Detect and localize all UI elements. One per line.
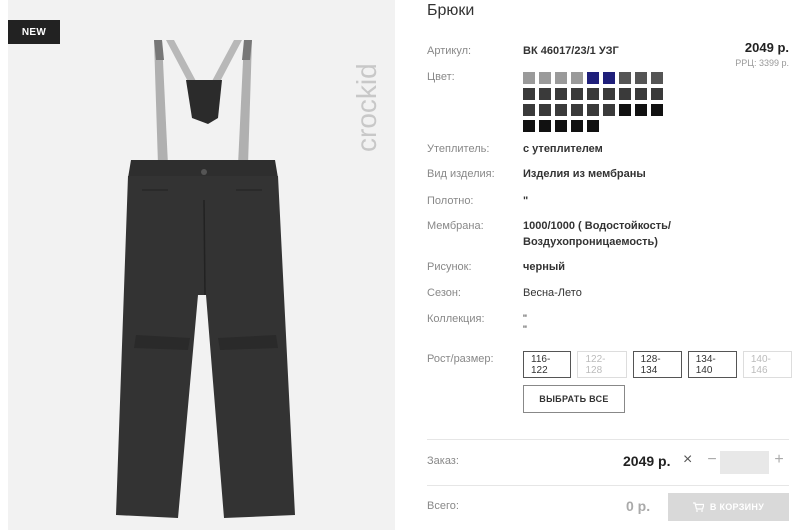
total-label: Всего: [427, 500, 459, 512]
color-swatch[interactable] [571, 104, 583, 116]
quantity-input[interactable] [720, 451, 769, 474]
svg-text:crockid: crockid [351, 63, 382, 152]
color-swatch[interactable] [619, 72, 631, 84]
color-swatch[interactable] [539, 120, 551, 132]
color-swatch[interactable] [539, 72, 551, 84]
product-rrp: РРЦ: 3399 р. [735, 58, 789, 68]
color-swatch[interactable] [619, 104, 631, 116]
insulation-value: с утеплителем [523, 143, 603, 155]
color-swatch[interactable] [523, 72, 535, 84]
color-swatch[interactable] [555, 104, 567, 116]
color-swatch[interactable] [635, 72, 647, 84]
article-label: Артикул: [427, 45, 472, 57]
membrane-value-line2: Воздухопроницаемость) [523, 236, 658, 248]
color-swatch[interactable] [635, 88, 647, 100]
size-option[interactable]: 116-122 [523, 351, 572, 378]
cart-icon [692, 502, 704, 512]
size-options: 116-122 122-128 128-134 134-140 140-146 [523, 351, 792, 378]
brand-logo: crockid [351, 63, 382, 152]
add-to-cart-label: В КОРЗИНУ [709, 502, 765, 512]
product-details: Брюки Артикул: ВК 46017/23/1 УЗГ 2049 р.… [427, 0, 792, 530]
collection-value-line2: " [523, 324, 527, 336]
color-swatch[interactable] [587, 104, 599, 116]
collection-label: Коллекция: [427, 313, 485, 325]
color-swatch[interactable] [603, 88, 615, 100]
select-all-button[interactable]: ВЫБРАТЬ ВСЕ [523, 385, 625, 413]
color-swatch[interactable] [571, 120, 583, 132]
color-swatch[interactable] [651, 104, 663, 116]
pattern-value: черный [523, 261, 566, 273]
pattern-label: Рисунок: [427, 261, 472, 273]
color-swatch[interactable] [635, 104, 647, 116]
divider [427, 485, 789, 486]
membrane-value-line1: 1000/1000 ( Водостойкость/ [523, 220, 671, 232]
fabric-label: Полотно: [427, 195, 474, 207]
order-label: Заказ: [427, 455, 459, 467]
size-label: Рост/размер: [427, 353, 494, 365]
color-swatch[interactable] [603, 104, 615, 116]
color-swatch[interactable] [539, 104, 551, 116]
order-price: 2049 р. [623, 453, 671, 469]
product-price: 2049 р. [744, 40, 789, 55]
total-price: 0 р. [626, 498, 651, 514]
color-swatch[interactable] [571, 72, 583, 84]
membrane-label: Мембрана: [427, 220, 484, 232]
season-value: Весна-Лето [523, 287, 582, 299]
color-swatch[interactable] [619, 88, 631, 100]
color-swatch[interactable] [555, 88, 567, 100]
divider [427, 439, 789, 440]
color-swatch[interactable] [523, 104, 535, 116]
size-option[interactable]: 134-140 [687, 351, 737, 378]
pants-image [116, 40, 295, 518]
type-value: Изделия из мембраны [523, 168, 646, 180]
color-swatch[interactable] [603, 72, 615, 84]
insulation-label: Утеплитель: [427, 143, 490, 155]
season-label: Сезон: [427, 287, 461, 299]
color-swatch[interactable] [587, 120, 599, 132]
type-label: Вид изделия: [427, 168, 495, 180]
color-swatch[interactable] [523, 120, 535, 132]
size-option[interactable]: 128-134 [632, 351, 682, 378]
add-to-cart-button[interactable]: В КОРЗИНУ [668, 493, 789, 521]
color-label: Цвет: [427, 71, 455, 83]
color-swatch[interactable] [587, 72, 599, 84]
color-swatch[interactable] [539, 88, 551, 100]
product-photo[interactable]: NEW crockid [8, 0, 395, 530]
color-swatch[interactable] [651, 72, 663, 84]
color-swatch[interactable] [571, 88, 583, 100]
color-swatch[interactable] [651, 88, 663, 100]
qty-decrease-button[interactable]: − [705, 451, 719, 469]
fabric-value: " [523, 195, 529, 207]
qty-increase-button[interactable]: + [772, 451, 786, 469]
color-swatch[interactable] [555, 120, 567, 132]
product-title: Брюки [427, 2, 475, 19]
remove-order-button[interactable]: × [683, 451, 692, 469]
color-swatch[interactable] [587, 88, 599, 100]
color-swatch[interactable] [555, 72, 567, 84]
color-swatch[interactable] [523, 88, 535, 100]
article-value: ВК 46017/23/1 УЗГ [523, 45, 619, 57]
size-option[interactable]: 122-128 [577, 351, 627, 378]
size-option[interactable]: 140-146 [742, 351, 792, 378]
